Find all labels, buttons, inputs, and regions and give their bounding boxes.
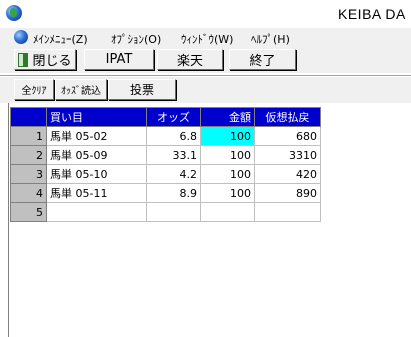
row-number[interactable]: 3 [10,164,47,184]
ipat-button[interactable]: IPAT [84,49,154,70]
header-bet[interactable]: 買い目 [46,107,147,127]
vote-button-label: 投票 [129,83,154,97]
cell-odds[interactable]: 6.8 [146,126,201,146]
clear-all-button-label: 全ｸﾘｱ [21,86,47,97]
table-row: 1 馬単 05-02 6.8 100 680 [10,126,321,146]
table-row: 3 馬単 05-10 4.2 100 420 [10,164,321,184]
close-button[interactable]: 閉じる [14,49,76,70]
table-row: 2 馬単 05-09 33.1 100 3310 [10,145,321,165]
cell-amount[interactable]: 100 [200,183,255,203]
menu-help[interactable]: ﾍﾙﾌﾟ(H) [251,31,290,47]
cell-payout[interactable]: 680 [254,126,321,146]
cell-odds[interactable]: 8.9 [146,183,201,203]
cell-payout[interactable]: 890 [254,183,321,203]
table-row: 5 [10,202,321,222]
cell-amount[interactable]: 100 [200,145,255,165]
cell-bet[interactable]: 馬単 05-11 [46,183,147,203]
exit-door-icon [18,52,29,67]
header-odds[interactable]: オッズ [146,107,201,127]
row-number[interactable]: 4 [10,183,47,203]
rakuten-button-label: 楽天 [176,54,203,69]
cell-payout[interactable] [254,202,321,222]
clear-all-button[interactable]: 全ｸﾘｱ [14,79,54,100]
load-odds-button[interactable]: ｵｯｽﾞ読込 [55,79,107,100]
vote-button[interactable]: 投票 [108,79,176,100]
app-globe-icon [6,5,22,21]
load-odds-button-label: ｵｯｽﾞ読込 [61,86,101,97]
close-button-label: 閉じる [32,54,72,69]
cell-bet[interactable] [46,202,147,222]
title-bar: KEIBA DA [0,0,411,28]
cell-amount[interactable]: 100 [200,164,255,184]
menu-globe-icon[interactable] [14,30,28,44]
row-number[interactable]: 5 [10,202,47,222]
cell-payout[interactable]: 3310 [254,145,321,165]
menu-main[interactable]: ﾒｲﾝﾒﾆｭｰ(Z) [33,31,88,47]
cell-bet[interactable]: 馬単 05-02 [46,126,147,146]
grid-corner [10,107,47,127]
cell-bet[interactable]: 馬単 05-10 [46,164,147,184]
cell-odds[interactable]: 33.1 [146,145,201,165]
grid-header-row: 買い目 オッズ 金額 仮想払戻 [10,107,321,127]
exit-button[interactable]: 終了 [229,49,296,70]
rakuten-button[interactable]: 楽天 [157,49,223,70]
cell-payout[interactable]: 420 [254,164,321,184]
ipat-button-label: IPAT [105,52,133,67]
cell-odds[interactable] [146,202,201,222]
table-row: 4 馬単 05-11 8.9 100 890 [10,183,321,203]
header-amount[interactable]: 金額 [200,107,255,127]
cell-odds[interactable]: 4.2 [146,164,201,184]
row-number[interactable]: 2 [10,145,47,165]
cell-amount[interactable]: 100 [200,126,255,146]
cell-bet[interactable]: 馬単 05-09 [46,145,147,165]
header-payout[interactable]: 仮想払戻 [254,107,321,127]
exit-button-label: 終了 [249,54,276,69]
menu-window[interactable]: ｳｨﾝﾄﾞｳ(W) [181,31,233,47]
row-number[interactable]: 1 [10,126,47,146]
menu-options[interactable]: ｵﾌﾟｼｮﾝ(O) [111,31,161,47]
bet-grid: 買い目 オッズ 金額 仮想払戻 1 馬単 05-02 6.8 100 680 2… [10,107,321,222]
cell-amount[interactable] [200,202,255,222]
grid-left-border [8,103,9,337]
window-title: KEIBA DA [338,6,406,22]
